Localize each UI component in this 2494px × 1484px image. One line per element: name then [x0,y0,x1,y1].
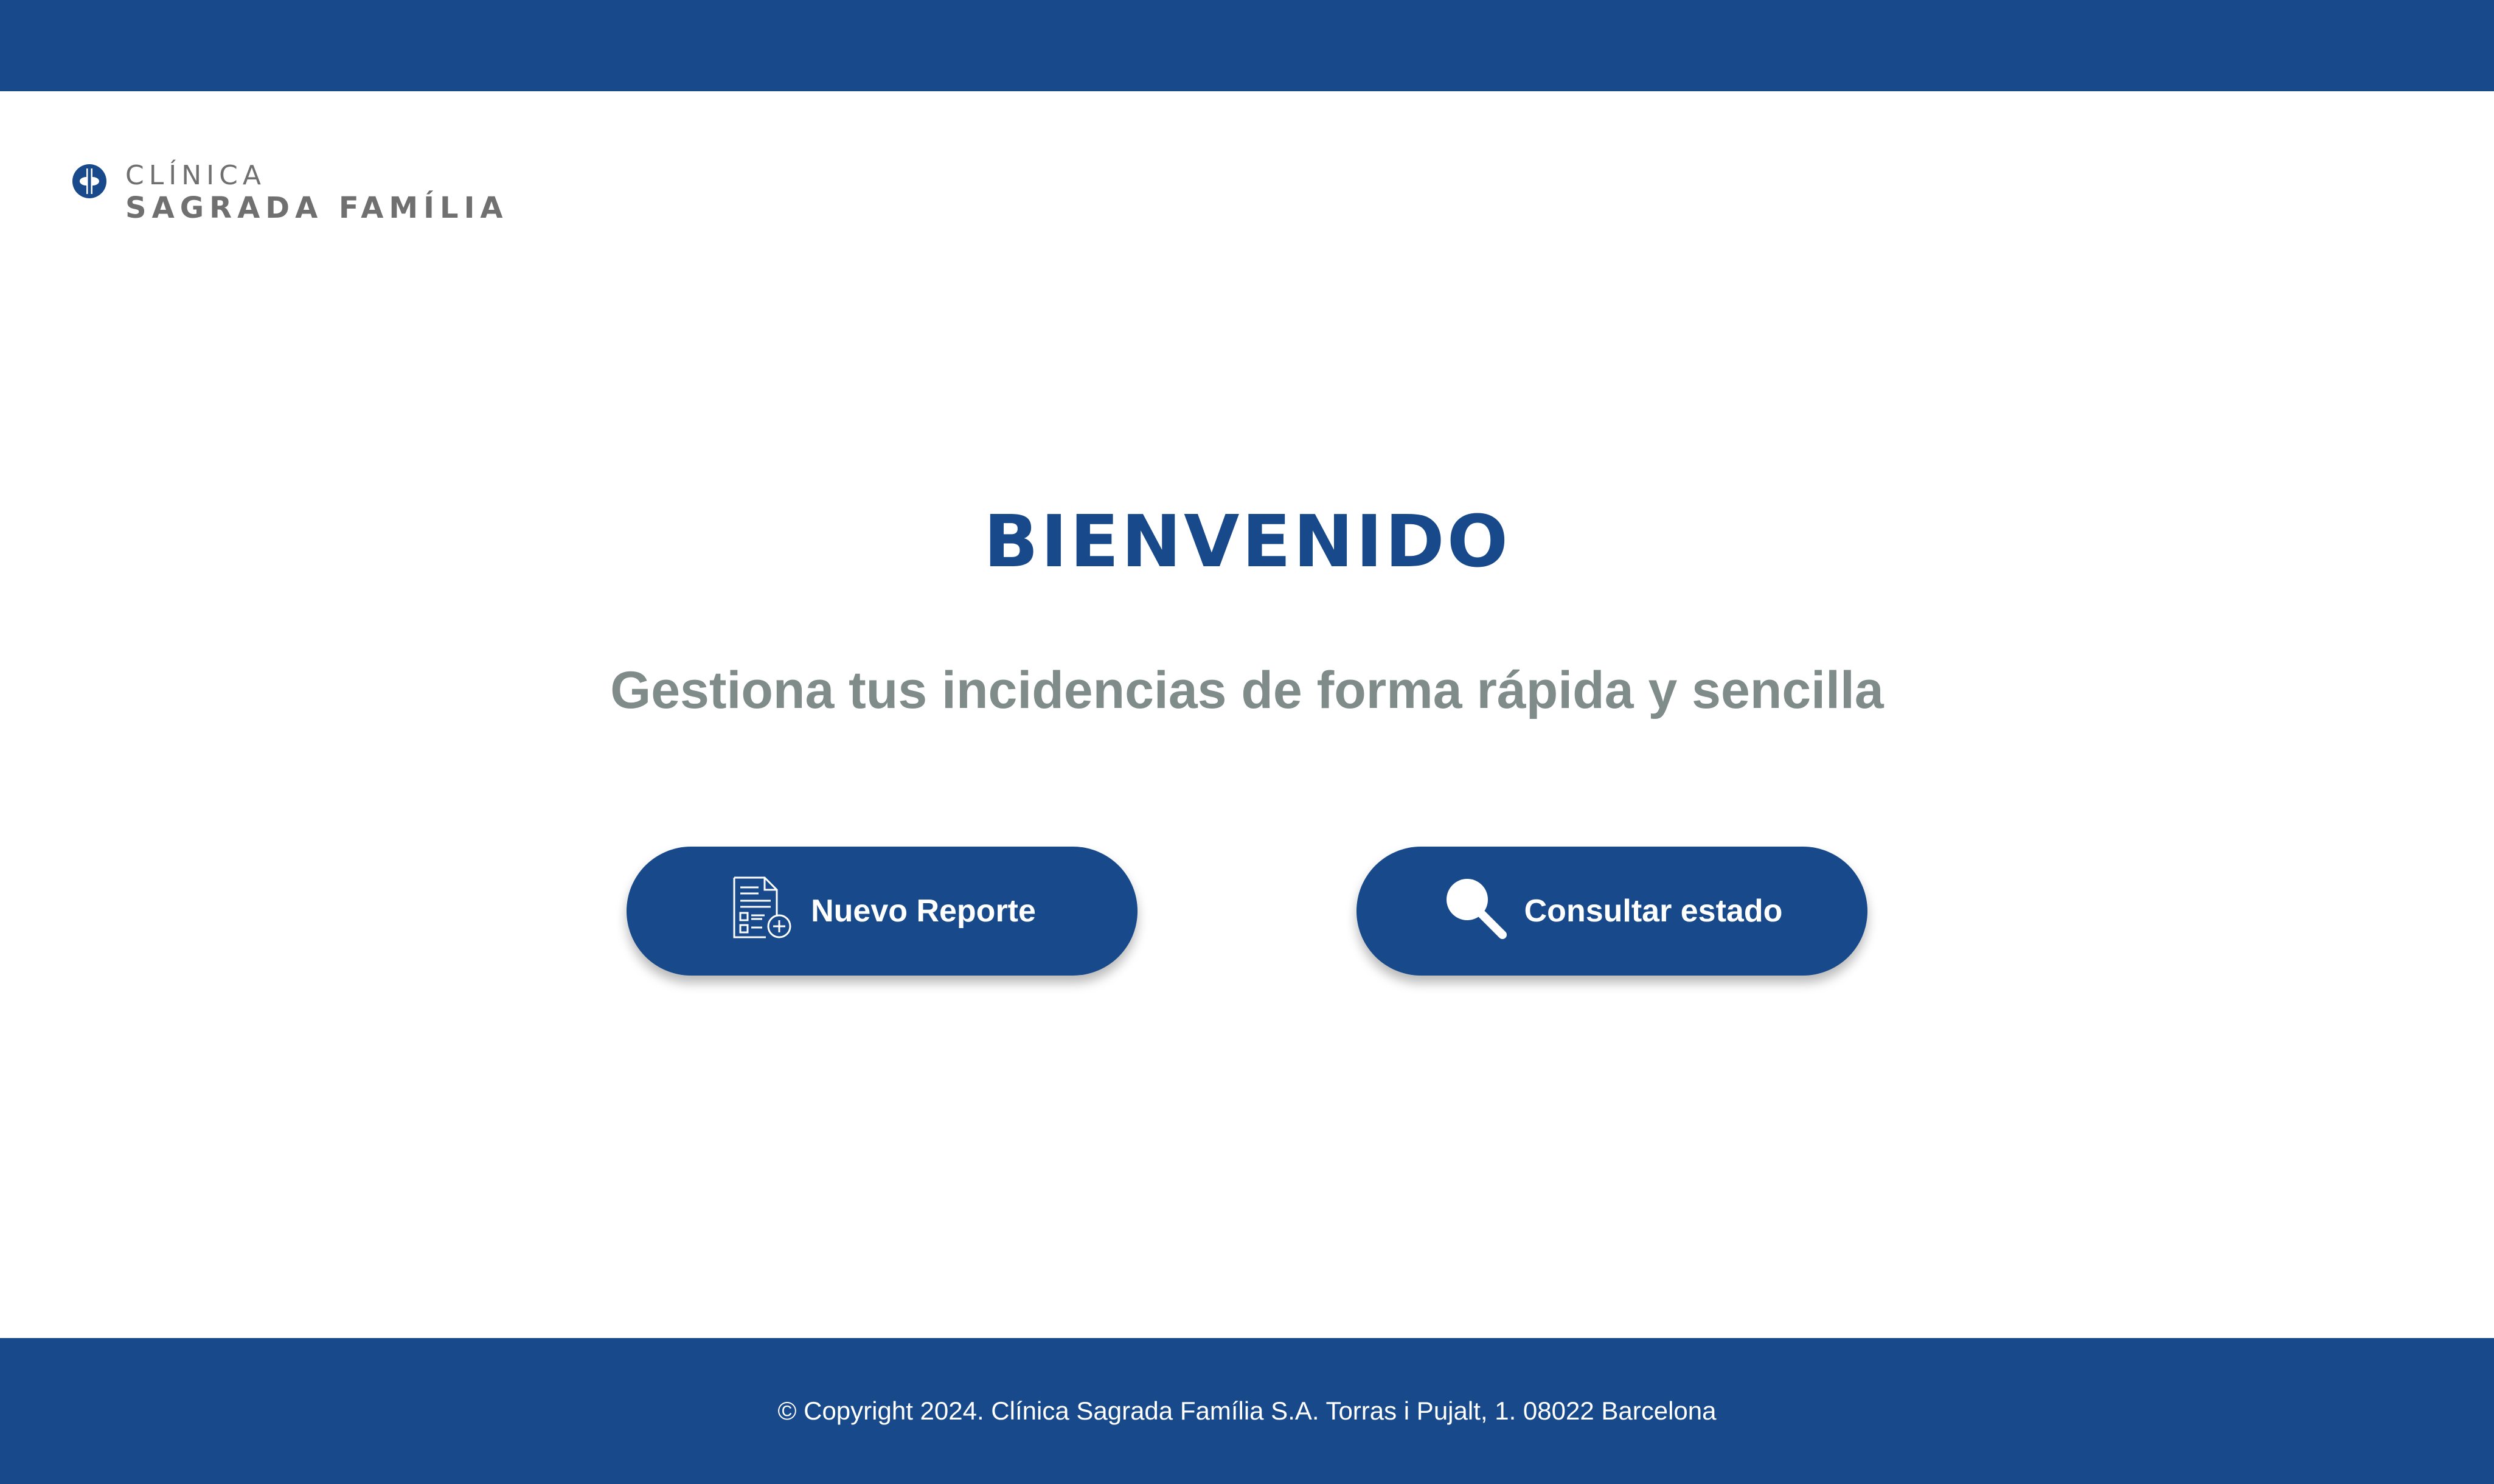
cross-circle-icon [72,164,106,198]
check-status-label: Consultar estado [1524,893,1783,929]
logo-line-clinica: CLÍNICA [125,160,266,191]
copyright-text: © Copyright 2024. Clínica Sagrada Famíli… [777,1396,1717,1425]
search-icon [1442,874,1509,949]
top-header-bar [0,0,2494,91]
clinic-logo: CLÍNICA SAGRADA FAMÍLIA [72,161,509,226]
welcome-title: BIENVENIDO [983,499,1511,583]
new-report-icon [728,874,795,949]
welcome-subtitle: Gestiona tus incidencias de forma rápida… [610,661,1884,719]
logo-line-sagrada-familia: SAGRADA FAMÍLIA [125,191,509,226]
logo-text: CLÍNICA SAGRADA FAMÍLIA [125,161,509,226]
check-status-button[interactable]: Consultar estado [1356,847,1867,976]
footer-bar: © Copyright 2024. Clínica Sagrada Famíli… [0,1338,2494,1484]
new-report-button[interactable]: Nuevo Reporte [627,847,1138,976]
new-report-label: Nuevo Reporte [811,893,1036,929]
